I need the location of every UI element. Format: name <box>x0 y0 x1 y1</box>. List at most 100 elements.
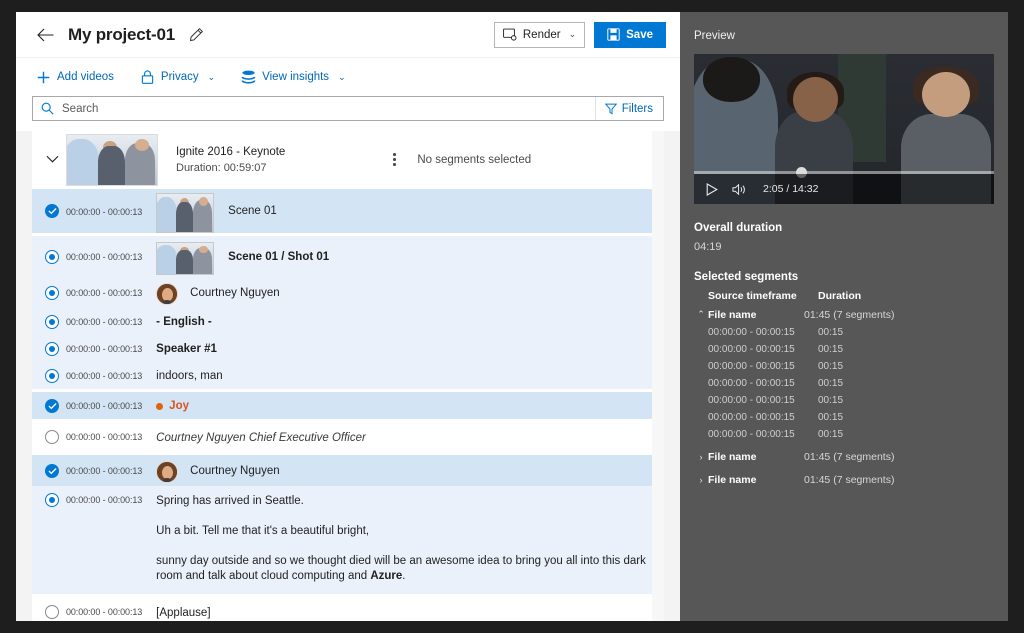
segment-timecode: 00:00:00 - 00:00:13 <box>66 277 142 298</box>
avatar <box>156 283 178 305</box>
table-group-row[interactable]: › File name 01:45 (7 segments) <box>694 470 994 489</box>
privacy-button[interactable]: Privacy ⌄ <box>136 62 225 92</box>
play-icon[interactable] <box>706 183 718 196</box>
segment-label: Speaker #1 <box>156 335 217 356</box>
segment-thumbnail <box>156 242 214 275</box>
table-group-row[interactable]: › File name 01:45 (7 segments) <box>694 447 994 466</box>
group-file-name: File name <box>708 474 804 486</box>
list-item[interactable]: 00:00:00 - 00:00:13 indoors, man <box>32 362 664 389</box>
search-input[interactable] <box>54 103 595 115</box>
segment-timecode: 00:00:00 - 00:00:13 <box>66 486 142 505</box>
back-arrow-icon[interactable] <box>32 22 58 48</box>
page-title: My project-01 <box>68 25 175 45</box>
search-box[interactable]: Filters <box>32 96 664 121</box>
group-duration: 01:45 (7 segments) <box>804 451 994 463</box>
list-item[interactable]: 00:00:00 - 00:00:13 Joy <box>32 392 664 419</box>
chevron-down-icon: ⌄ <box>569 29 577 40</box>
add-videos-label: Add videos <box>57 71 114 83</box>
privacy-label: Privacy <box>161 71 199 83</box>
segment-checkbox[interactable] <box>38 422 66 452</box>
table-row: 00:00:00 - 00:00:1500:15 <box>694 324 994 341</box>
group-file-name: File name <box>708 309 804 321</box>
save-button[interactable]: Save <box>594 22 666 48</box>
segment-label: Courtney Nguyen Chief Executive Officer <box>156 422 366 445</box>
segment-radio[interactable] <box>38 362 66 389</box>
checkbox-unchecked-icon <box>45 605 59 619</box>
list-item[interactable]: 00:00:00 - 00:00:13 [Applause] <box>32 597 664 621</box>
video-header-row[interactable]: Ignite 2016 - Keynote Duration: 00:59:07… <box>32 131 664 189</box>
list-item[interactable]: 00:00:00 - 00:00:13 Scene 01 <box>32 189 664 233</box>
segment-checkbox[interactable] <box>38 455 66 486</box>
collapse-chevron-icon[interactable] <box>38 155 66 164</box>
checkbox-checked-icon <box>45 464 59 478</box>
table-row: 00:00:00 - 00:00:1500:15 <box>694 392 994 409</box>
segment-timecode: 00:00:00 - 00:00:13 <box>66 392 142 411</box>
row-timeframe: 00:00:00 - 00:00:15 <box>708 378 818 389</box>
command-bar: Add videos Privacy ⌄ <box>16 58 680 96</box>
volume-icon[interactable] <box>732 183 747 196</box>
segment-checkbox[interactable] <box>38 189 66 233</box>
segment-timecode: 00:00:00 - 00:00:13 <box>66 597 142 617</box>
list-item[interactable]: 00:00:00 - 00:00:13 Courtney Nguyen <box>32 455 664 486</box>
segment-timecode: 00:00:00 - 00:00:13 <box>66 362 142 381</box>
funnel-icon <box>605 103 617 115</box>
save-button-label: Save <box>626 29 653 41</box>
segment-label: Joy <box>169 399 189 413</box>
pencil-icon[interactable] <box>186 25 206 45</box>
segment-radio[interactable] <box>38 277 66 308</box>
filters-button[interactable]: Filters <box>595 97 662 120</box>
more-vertical-icon[interactable] <box>385 153 403 166</box>
table-group-row[interactable]: ⌃ File name 01:45 (7 segments) <box>694 305 994 324</box>
chevron-up-icon[interactable]: ⌃ <box>694 309 708 320</box>
group-file-name: File name <box>708 451 804 463</box>
segment-thumbnail <box>156 193 214 233</box>
segment-timecode: 00:00:00 - 00:00:13 <box>66 455 142 476</box>
segment-timecode: 00:00:00 - 00:00:13 <box>66 189 142 217</box>
video-meta: Ignite 2016 - Keynote Duration: 00:59:07 <box>176 146 285 174</box>
segment-label: - English - <box>156 308 212 329</box>
radio-selected-icon <box>45 315 59 329</box>
segment-timecode: 00:00:00 - 00:00:13 <box>66 308 142 327</box>
video-player[interactable]: 2:05 / 14:32 <box>694 54 994 204</box>
view-insights-button[interactable]: View insights ⌄ <box>237 62 355 92</box>
chevron-right-icon[interactable]: › <box>694 475 708 485</box>
segment-radio[interactable] <box>38 308 66 335</box>
segment-label: indoors, man <box>156 362 222 383</box>
video-duration: Duration: 00:59:07 <box>176 162 285 174</box>
selection-status: No segments selected <box>417 154 531 166</box>
list-item[interactable]: 00:00:00 - 00:00:13 Courtney Nguyen <box>32 277 664 308</box>
segment-timecode: 00:00:00 - 00:00:13 <box>66 335 142 354</box>
checkbox-checked-icon <box>45 204 59 218</box>
transcript-line-2: Uh a bit. Tell me that it's a beautiful … <box>156 524 664 539</box>
checkbox-checked-icon <box>45 399 59 413</box>
row-duration: 00:15 <box>818 412 994 423</box>
chevron-right-icon[interactable]: › <box>694 452 708 462</box>
transcript-line-1: Spring has arrived in Seattle. <box>156 494 664 509</box>
checkbox-unchecked-icon <box>45 430 59 444</box>
list-item[interactable]: 00:00:00 - 00:00:13 Speaker #1 <box>32 335 664 362</box>
layers-icon <box>241 70 256 85</box>
segment-radio[interactable] <box>38 486 66 513</box>
row-duration: 00:15 <box>818 327 994 338</box>
overall-duration-label: Overall duration <box>694 222 994 234</box>
video-controls: 2:05 / 14:32 <box>694 174 994 204</box>
transcript-row[interactable]: 00:00:00 - 00:00:13 Spring has arrived i… <box>32 486 664 594</box>
render-button[interactable]: Render ⌄ <box>494 22 585 48</box>
list-item[interactable]: 00:00:00 - 00:00:13 - English - <box>32 308 664 335</box>
segment-label-joy: Joy <box>156 392 189 413</box>
segments-list: Ignite 2016 - Keynote Duration: 00:59:07… <box>32 131 664 621</box>
row-duration: 00:15 <box>818 395 994 406</box>
list-item[interactable]: 00:00:00 - 00:00:13 Scene 01 / Shot 01 <box>32 236 664 277</box>
sentiment-dot-icon <box>156 403 163 410</box>
segment-checkbox[interactable] <box>38 392 66 419</box>
selected-segments-table: Source timeframe Duration ⌃ File name 01… <box>694 290 994 489</box>
add-videos-button[interactable]: Add videos <box>32 62 124 92</box>
segment-radio[interactable] <box>38 335 66 362</box>
segment-radio[interactable] <box>38 236 66 277</box>
segment-checkbox[interactable] <box>38 597 66 621</box>
title-bar: My project-01 Render ⌄ <box>16 12 680 58</box>
row-duration: 00:15 <box>818 378 994 389</box>
radio-selected-icon <box>45 369 59 383</box>
render-button-label: Render <box>523 29 561 41</box>
list-item[interactable]: 00:00:00 - 00:00:13 Courtney Nguyen Chie… <box>32 422 664 452</box>
